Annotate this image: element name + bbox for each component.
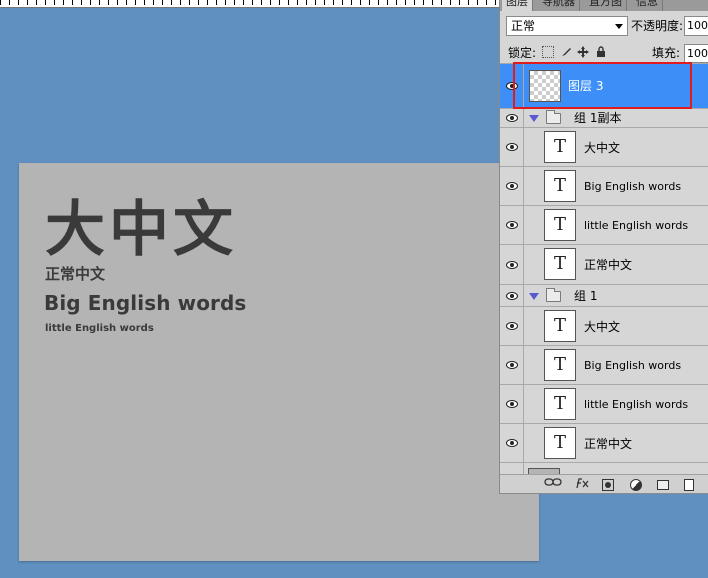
text-layer-thumbnail: T — [544, 310, 576, 342]
layer-name: little English words — [584, 398, 689, 411]
lock-all-icon[interactable] — [595, 46, 607, 58]
expand-triangle-icon[interactable] — [529, 115, 539, 122]
folder-icon — [546, 288, 561, 302]
layer-row[interactable]: T 正常中文 — [500, 424, 708, 463]
text-layer-thumbnail: T — [544, 248, 576, 280]
visibility-eye-icon[interactable] — [500, 109, 524, 127]
visibility-eye-icon[interactable] — [500, 285, 524, 306]
highlight-box — [513, 62, 692, 109]
text-layer-thumbnail: T — [544, 349, 576, 381]
visibility-eye-icon[interactable] — [500, 346, 524, 384]
tab-layers[interactable]: 图层 — [502, 0, 533, 11]
visibility-eye-icon[interactable] — [500, 128, 524, 166]
blend-mode-select[interactable]: 正常 — [506, 16, 628, 36]
visibility-eye-icon[interactable] — [500, 245, 524, 284]
opacity-field[interactable]: 100% — [684, 16, 708, 36]
text-layer-thumbnail: T — [544, 131, 576, 163]
canvas-text-big-chinese[interactable]: 大中文 — [45, 197, 237, 263]
layer-row[interactable]: T little English words — [500, 206, 708, 245]
layer-name: 大中文 — [584, 320, 621, 334]
layer-name: 正常中文 — [584, 437, 633, 451]
layer-row[interactable]: T Big English words — [500, 346, 708, 385]
canvas-text-normal-chinese[interactable]: 正常中文 — [45, 265, 105, 283]
layer-row[interactable]: T Big English words — [500, 167, 708, 206]
folder-icon — [546, 110, 561, 124]
layers-toolbar — [500, 474, 708, 493]
visibility-eye-icon[interactable] — [500, 206, 524, 244]
visibility-eye-icon[interactable] — [500, 307, 524, 345]
layer-mask-icon[interactable] — [602, 479, 614, 491]
layer-name: Big English words — [584, 359, 682, 372]
group-name: 组 1副本 — [574, 111, 622, 125]
fx-icon[interactable] — [574, 477, 592, 493]
canvas-text-little-english[interactable]: little English words — [45, 322, 154, 335]
lock-label: 锁定: — [508, 46, 537, 60]
group-name: 组 1 — [574, 289, 598, 303]
tab-info[interactable]: 信息 — [632, 0, 663, 11]
visibility-eye-icon[interactable] — [500, 463, 524, 474]
adjustment-layer-icon[interactable] — [630, 479, 642, 491]
fill-field[interactable]: 100% — [684, 44, 708, 63]
layer-row[interactable]: T 大中文 — [500, 128, 708, 167]
tab-navigator[interactable]: 导航器 — [538, 0, 580, 11]
layer-row[interactable]: T 正常中文 — [500, 245, 708, 285]
layer-row[interactable]: T 大中文 — [500, 307, 708, 346]
visibility-eye-icon[interactable] — [500, 167, 524, 205]
blend-row: 正常 不透明度: 100% — [500, 12, 708, 40]
group-row[interactable]: 组 1 — [500, 285, 708, 307]
opacity-label: 不透明度: — [631, 19, 684, 33]
lock-move-icon[interactable] — [577, 46, 589, 58]
layer-name: 大中文 — [584, 141, 621, 155]
text-layer-thumbnail: T — [544, 170, 576, 202]
layers-list: 图层 3 组 1副本 T 大中文 T Big English words T l… — [500, 64, 708, 474]
new-group-icon[interactable] — [657, 480, 669, 490]
layer-name: 正常中文 — [584, 258, 633, 272]
tab-histogram[interactable]: 直方图 — [585, 0, 627, 11]
lock-brush-icon[interactable] — [560, 46, 572, 58]
lock-row: 锁定: 填充: 100% — [500, 42, 708, 64]
panel-tabs: 图层 导航器 直方图 信息 — [500, 0, 708, 11]
canvas-text-big-english[interactable]: Big English words — [44, 290, 246, 316]
fill-label: 填充: — [652, 46, 681, 60]
visibility-eye-icon[interactable] — [500, 424, 524, 462]
background-layer-row[interactable] — [500, 463, 708, 474]
text-layer-thumbnail: T — [544, 427, 576, 459]
horizontal-ruler — [0, 0, 500, 8]
chevron-down-icon — [615, 24, 623, 29]
lock-transparency-icon[interactable] — [542, 46, 554, 58]
text-layer-thumbnail: T — [544, 388, 576, 420]
layer-name: Big English words — [584, 180, 682, 193]
document-canvas[interactable]: 大中文 正常中文 Big English words little Englis… — [19, 163, 539, 561]
visibility-eye-icon[interactable] — [500, 385, 524, 423]
expand-triangle-icon[interactable] — [529, 293, 539, 300]
group-row[interactable]: 组 1副本 — [500, 109, 708, 128]
new-layer-icon[interactable] — [684, 479, 694, 491]
layer-name: little English words — [584, 219, 689, 232]
link-icon[interactable] — [544, 477, 562, 491]
text-layer-thumbnail: T — [544, 209, 576, 241]
layer-row[interactable]: T little English words — [500, 385, 708, 424]
blend-mode-value: 正常 — [511, 19, 536, 33]
